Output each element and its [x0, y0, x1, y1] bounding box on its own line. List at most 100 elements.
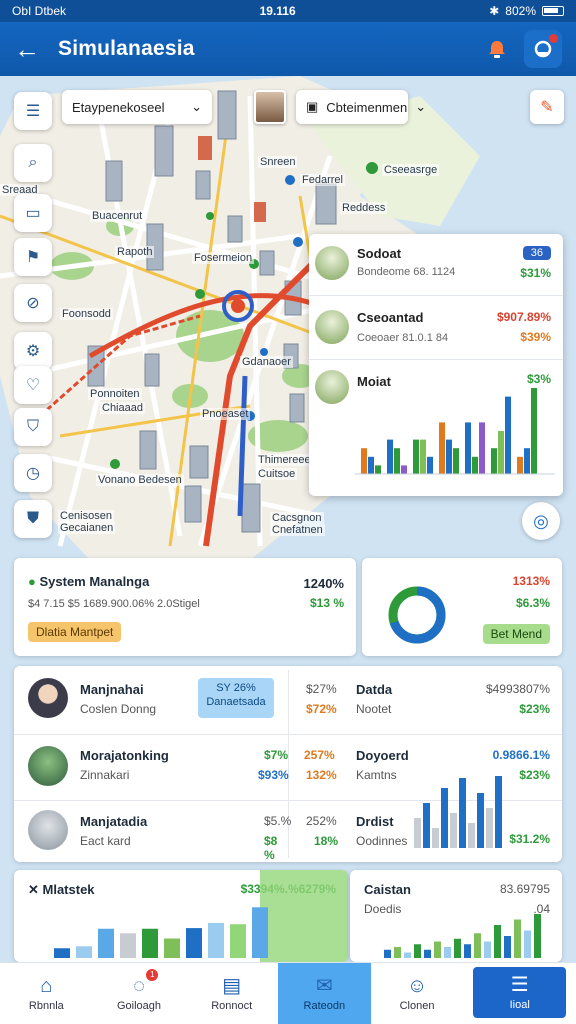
layer-dropdown[interactable]: Etaypenekoseel ⌄ [62, 90, 212, 124]
map-label: Rapoth [115, 246, 155, 258]
mini-bar-chart [355, 388, 555, 475]
heart-icon: ♡ [25, 377, 41, 394]
person-v1: $5.% [264, 814, 292, 828]
battery-icon [542, 6, 564, 16]
gear-icon: ⚙ [25, 343, 41, 360]
tools-icon: ✕ [28, 882, 43, 897]
mode-dropdown[interactable]: ▣ Cbteimenmen ⌄ [296, 90, 426, 124]
place-panel: Sodoat Bondeome 68. 1124 36 $31% Cseoant… [309, 234, 563, 496]
nav-home[interactable]: ⌂ Rbnnla [0, 963, 93, 1024]
pin-button[interactable]: ✎ [530, 90, 564, 124]
chart-bar [453, 448, 459, 474]
stat-row[interactable]: Datda Nootet $4993807% $23% [350, 666, 562, 734]
place-value-2: $39% [520, 330, 551, 344]
alert-button[interactable] [478, 30, 516, 68]
divider [288, 670, 289, 858]
chart-bar [444, 947, 451, 958]
pin-tool-button[interactable]: ⚑ [14, 238, 52, 276]
dropdown-value: Cbteimenmen [326, 99, 408, 115]
map-label: Chiaaad [100, 402, 145, 414]
chart-bar [464, 944, 471, 958]
app-bar: ← Simulanaesia [0, 22, 576, 76]
place-thumbnail [315, 310, 349, 344]
system-card[interactable]: ● System Manalnga $4 7.15 $5 1689.900.06… [14, 558, 356, 656]
map-label: Pnoeaset [200, 408, 251, 420]
map-label: Cacsgnon [270, 512, 324, 524]
locate-button[interactable]: ◎ [522, 502, 560, 540]
chart-bar [465, 422, 471, 474]
avatar [28, 810, 68, 850]
person-row[interactable]: Manjatadia Eact kard $5.% $8 % [14, 800, 292, 862]
bottom-right-chart-card[interactable]: Caistan Doedis 83.69795 .04 [350, 870, 562, 962]
progress-tag[interactable]: Bet Mend [482, 624, 550, 644]
people-icon: ☺ [406, 974, 428, 997]
notification-badge [549, 34, 558, 43]
list-item[interactable]: Cseoantad Coeoaer 81.0.1 84 $907.89% $39… [309, 296, 563, 360]
bar-chart [384, 914, 541, 958]
pin-icon: ✎ [540, 99, 554, 116]
place-name: Cseoantad [357, 310, 424, 325]
favorite-button[interactable]: ♡ [14, 366, 52, 404]
system-tag[interactable]: Dlatia Mantpet [28, 622, 122, 642]
map-label: Fosermeion [192, 252, 255, 264]
person-row[interactable]: Morajatonking Zinnakari $7% $93% [14, 734, 289, 800]
chart-title-text: Mlatstek [42, 882, 95, 897]
chart-bar [491, 448, 497, 474]
home-icon: ⌂ [40, 974, 53, 997]
chart-bar [368, 456, 374, 474]
stat-sub: Nootet [356, 702, 392, 716]
value-cell: 18% [314, 834, 339, 848]
shield-button[interactable]: ⛉ [14, 408, 52, 446]
nav-chat[interactable]: ◌ 1 Goiloagh [93, 963, 186, 1024]
status-bar: ObI Dtbek 19.116 ✱ 802% [0, 0, 576, 22]
map-label: Buacenrut [90, 210, 145, 222]
chart-bar [423, 803, 430, 848]
chart-bar [494, 925, 501, 958]
nav-mail[interactable]: ✉ Rateodn [278, 963, 371, 1024]
nav-list[interactable]: ☰ Iioal [473, 967, 567, 1018]
chart-bar [479, 422, 485, 474]
layers-button[interactable]: ▭ [14, 194, 52, 232]
system-title-row: ● System Manalnga [28, 574, 149, 589]
battery-label: 802% [505, 4, 536, 18]
stat-sub: Oodinnes [356, 834, 408, 848]
chart-bar [477, 793, 484, 848]
location-pin-icon: ⚑ [25, 249, 41, 266]
person-row[interactable]: Manjnahai Coslen Donng SY 26% Danaetsada [14, 666, 288, 734]
list-item[interactable]: Sodoat Bondeome 68. 1124 36 $31% [309, 234, 563, 296]
nav-people[interactable]: ☺ Clonen [371, 963, 464, 1024]
tag-button[interactable]: ⊘ [14, 284, 52, 322]
map-label: Cuitsoe [256, 468, 298, 480]
chart-bar [361, 448, 367, 474]
notification-button[interactable] [524, 30, 562, 68]
arrow-left-icon[interactable]: ← [14, 34, 48, 65]
nav-print[interactable]: ▤ Ronnoct [185, 963, 278, 1024]
stat-sub: Kamtns [356, 768, 397, 782]
chart-bar [441, 788, 448, 848]
stat-name: Drdist [356, 814, 394, 829]
crosshair-icon: ◎ [533, 510, 549, 531]
avatar[interactable] [254, 90, 286, 124]
place-name: Sodoat [357, 246, 402, 261]
settings-button[interactable]: ⚙ [14, 332, 52, 370]
mail-icon: ✉ [315, 974, 333, 997]
badge-button[interactable]: ⛊ [14, 500, 52, 538]
place-sub: Coeoaer 81.0.1 84 [357, 332, 449, 344]
search-icon: ⌕ [28, 154, 38, 171]
progress-card[interactable]: 1313% $6.3% Bet Mend [362, 558, 562, 656]
menu-button[interactable]: ☰ [14, 92, 52, 130]
avatar [28, 746, 68, 786]
bottom-left-chart-card[interactable]: ✕ Mlatstek $3394%.%6279% [14, 870, 348, 962]
chart-value: 83.69795 [499, 882, 550, 896]
person-name: Manjatadia [80, 814, 148, 829]
map-label: Vonano Bedesen [96, 474, 184, 486]
nav-label: Rateodn [303, 999, 346, 1012]
progress-pct: 1313% [512, 574, 550, 588]
place-value: $907.89% [496, 310, 551, 324]
search-button[interactable]: ⌕ [14, 144, 52, 182]
chevron-down-icon: ⌄ [191, 99, 202, 114]
person-name: Manjnahai [80, 682, 144, 697]
list-item[interactable]: Moiat $3% [309, 360, 563, 496]
person-tag[interactable]: SY 26% Danaetsada [198, 678, 274, 718]
timer-button[interactable]: ◷ [14, 454, 52, 492]
